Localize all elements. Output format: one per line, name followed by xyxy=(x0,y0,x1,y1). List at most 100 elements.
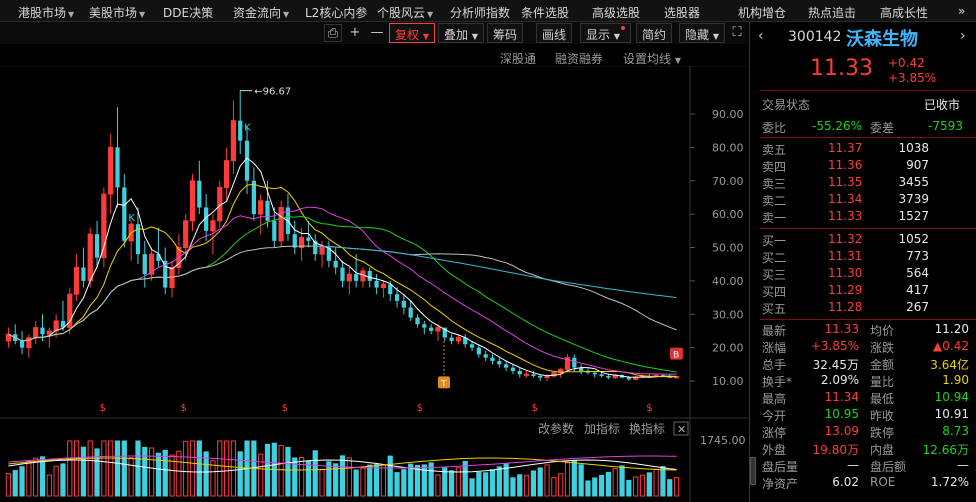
nav-item-5[interactable]: 个股风云 ▼ xyxy=(377,4,433,21)
orderbook-price: 11.32 xyxy=(828,232,863,246)
volume-bar xyxy=(258,453,264,497)
more-icon[interactable]: » xyxy=(958,4,965,18)
gaicanshu-button[interactable]: 改参数 xyxy=(538,421,574,436)
stat-label: 净资产 xyxy=(762,477,799,491)
volume-bar xyxy=(5,473,12,497)
chouma-button[interactable]: 筹码 xyxy=(487,23,524,43)
nav-item-10[interactable]: 机构增仓 xyxy=(738,4,786,21)
orderbook-row[interactable]: 买一 11.32 1052 xyxy=(750,231,976,248)
dividend-marker[interactable]: $ xyxy=(100,403,106,414)
orderbook-row[interactable]: 卖五 11.37 1038 xyxy=(750,140,976,157)
nav-item-12[interactable]: 高成长性 xyxy=(880,4,928,21)
volume-bar xyxy=(285,446,291,497)
volume-bar xyxy=(667,479,673,497)
volume-bar xyxy=(612,468,618,497)
shengu-link[interactable]: 深股通 xyxy=(500,50,536,67)
orderbook-label: 买一 xyxy=(762,234,787,248)
stat-label: 盘后额 xyxy=(870,460,907,474)
y-tick-label: 80.00 xyxy=(712,141,744,154)
volume-bar xyxy=(469,478,475,497)
zoom-out-button[interactable]: — xyxy=(368,24,386,42)
xianshi-button[interactable]: 显示 ▼ xyxy=(580,23,631,43)
candle xyxy=(210,220,216,232)
dividend-marker[interactable]: $ xyxy=(417,403,423,414)
volume-bar xyxy=(605,471,612,497)
orderbook-row[interactable]: 买四 11.29 417 xyxy=(750,282,976,299)
orderbook-row[interactable]: 卖二 11.34 3739 xyxy=(750,191,976,208)
orderbook-row[interactable]: 买二 11.31 773 xyxy=(750,248,976,265)
nav-item-label: 机构增仓 xyxy=(738,6,787,20)
dividend-marker[interactable]: $ xyxy=(532,403,538,414)
stat-row: 净资产 6.02 ROE 1.72% xyxy=(750,474,976,491)
chevron-left-icon[interactable]: ‹ xyxy=(758,28,764,44)
nav-item-3[interactable]: 资金流向 ▼ xyxy=(233,4,289,21)
candle xyxy=(599,374,604,376)
nav-item-1[interactable]: 美股市场 ▼ xyxy=(89,4,145,21)
orderbook-row[interactable]: 卖一 11.33 1527 xyxy=(750,208,976,225)
candle xyxy=(606,375,611,378)
orderbook-label: 买三 xyxy=(762,268,787,282)
candle xyxy=(504,364,509,368)
dividend-marker[interactable]: $ xyxy=(282,403,288,414)
nav-item-0[interactable]: 港股市场 ▼ xyxy=(18,4,74,21)
volume-bar xyxy=(619,465,625,497)
candle xyxy=(408,307,413,318)
orderbook-volume: 417 xyxy=(906,283,929,297)
fullscreen-icon[interactable]: ⛶ xyxy=(728,24,746,42)
orderbook-row[interactable]: 买三 11.30 564 xyxy=(750,265,976,282)
dividend-marker[interactable]: $ xyxy=(181,403,187,414)
volume-bar xyxy=(12,470,18,497)
stat-label: 外盘 xyxy=(762,443,787,457)
nav-item-6[interactable]: 分析师指数 xyxy=(450,4,510,21)
chevron-down-icon: ▼ xyxy=(68,10,75,19)
nav-item-7[interactable]: 条件选股 xyxy=(521,4,569,21)
stat-value: — xyxy=(957,458,969,472)
jianyue-button[interactable]: 简约 xyxy=(636,23,673,43)
candle xyxy=(367,270,372,281)
y-tick-label: 60.00 xyxy=(712,208,744,221)
zoom-in-button[interactable]: + xyxy=(346,24,364,42)
y-tick-label: 90.00 xyxy=(712,108,744,121)
rongzi-link[interactable]: 融资融券 xyxy=(555,50,603,67)
stat-row: 换手* 2.09% 量比 1.90 xyxy=(750,372,976,389)
orderbook-row[interactable]: 卖四 11.36 907 xyxy=(750,157,976,174)
jiazhibiao-button[interactable]: 加指标 xyxy=(584,421,620,436)
kline-chart[interactable]: 90.00 80.00 70.00 60.00 50.00 40.00 30.00 20.00… xyxy=(0,66,748,502)
stat-label: 涨停 xyxy=(762,426,787,440)
stat-label: 最高 xyxy=(762,392,787,406)
candle xyxy=(469,344,475,348)
volume-bar xyxy=(237,451,243,497)
huanzhibiao-button[interactable]: 换指标 xyxy=(629,421,665,436)
orderbook-row[interactable]: 卖三 11.35 3455 xyxy=(750,174,976,191)
peak-price-label: ←96.67 xyxy=(254,87,291,98)
candle xyxy=(292,234,297,248)
huaxian-button[interactable]: 画线 xyxy=(536,23,573,43)
junxian-link[interactable]: 设置均线 ▼ xyxy=(623,50,681,67)
nav-item-9[interactable]: 选股器 xyxy=(664,4,700,21)
candle xyxy=(258,200,264,215)
volume-bar xyxy=(19,466,25,497)
lock-icon[interactable]: ⎙ xyxy=(324,24,342,42)
divider xyxy=(760,319,976,320)
orderbook-label: 卖五 xyxy=(762,143,787,157)
stat-value: 8.73 xyxy=(942,424,969,438)
orderbook-row[interactable]: 买五 11.28 267 xyxy=(750,299,976,316)
volume-bar xyxy=(564,462,571,497)
candle xyxy=(272,220,277,241)
candle xyxy=(531,374,536,376)
nav-item-11[interactable]: 热点追击 xyxy=(808,4,856,21)
candle xyxy=(197,180,202,208)
candle xyxy=(46,330,52,335)
nav-item-2[interactable]: DDE决策 xyxy=(163,4,213,21)
junxian-label: 设置均线 xyxy=(623,52,672,66)
current-price: 11.33 xyxy=(810,56,873,81)
volume-bar xyxy=(414,464,421,497)
nav-item-8[interactable]: 高级选股 xyxy=(592,4,640,21)
nav-item-4[interactable]: L2核心内参 xyxy=(305,4,367,21)
diejia-button[interactable]: 叠加 ▼ xyxy=(438,23,484,43)
stat-row: 今开 10.95 昨收 10.91 xyxy=(750,406,976,423)
fuquan-button[interactable]: 复权 ▼ xyxy=(389,23,435,43)
yincang-button[interactable]: 隐藏 ▼ xyxy=(679,23,725,43)
chevron-right-icon[interactable]: › xyxy=(960,28,966,44)
dividend-marker[interactable]: $ xyxy=(646,403,652,414)
